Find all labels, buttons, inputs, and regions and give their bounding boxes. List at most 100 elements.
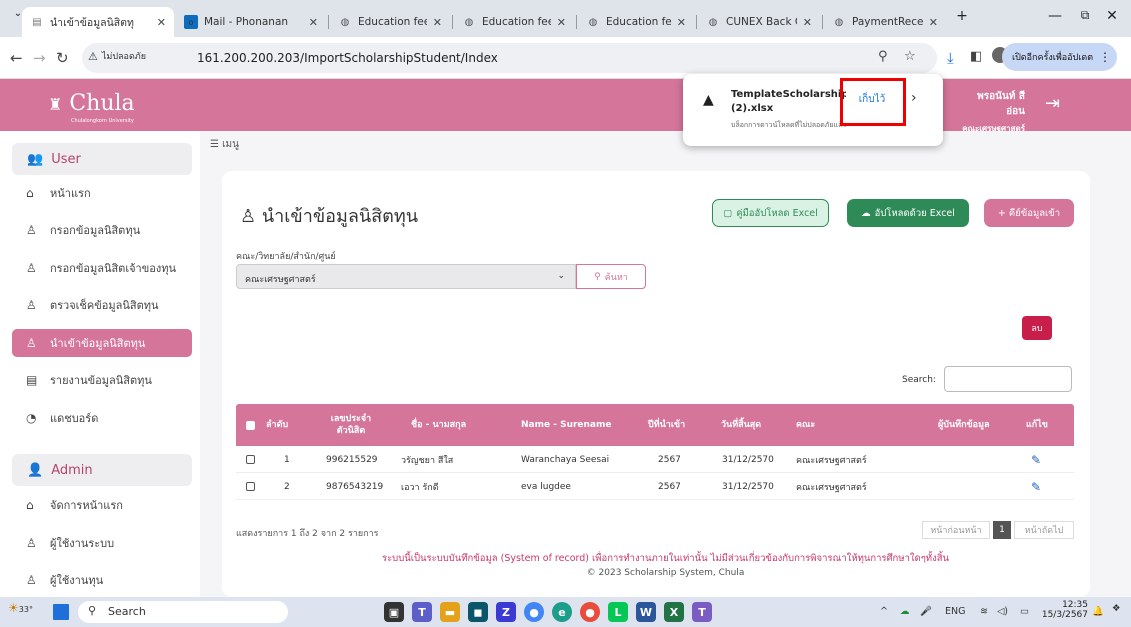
chrome-icon[interactable]: ●: [524, 602, 544, 622]
col-student-id[interactable]: เลขประจำตัวนิสิต: [326, 404, 376, 446]
microphone-icon[interactable]: 🎤: [920, 606, 932, 617]
document-icon: ▢: [723, 207, 733, 219]
teams-new-icon[interactable]: T: [692, 602, 712, 622]
row-checkbox[interactable]: [246, 446, 255, 473]
chrome-canary-icon[interactable]: ●: [580, 602, 600, 622]
user-icon: ♙: [26, 336, 37, 350]
col-name-en[interactable]: Name - Surename: [521, 404, 611, 446]
menu-toggle[interactable]: ☰ เมนู: [210, 137, 239, 152]
next-page-button[interactable]: หน้าถัดไป: [1014, 521, 1074, 539]
sidebar-item-report[interactable]: ▤ รายงานข้อมูลนิสิตทุน: [12, 366, 192, 394]
browser-tab[interactable]: ◍ CUNEX Back Offi ✕: [698, 7, 820, 37]
zoom-icon[interactable]: ⚲: [878, 49, 888, 64]
col-name-th[interactable]: ชื่อ - นามสกุล: [411, 404, 466, 446]
battery-icon[interactable]: ▭: [1020, 606, 1029, 617]
excel-manual-button[interactable]: ▢ คู่มืออัปโหลด Excel: [712, 199, 829, 227]
back-arrow-icon[interactable]: ←: [10, 49, 23, 67]
sidebar-section-admin[interactable]: 👤 Admin: [12, 454, 192, 486]
close-tab-icon[interactable]: ✕: [557, 16, 566, 29]
browser-tab[interactable]: o Mail - Phonanan ✕: [176, 7, 326, 37]
close-tab-icon[interactable]: ✕: [309, 16, 318, 29]
copilot-icon[interactable]: ❖: [1112, 603, 1121, 614]
language-indicator[interactable]: ENG: [945, 606, 965, 617]
weather-icon[interactable]: ☀33°: [8, 601, 33, 615]
col-faculty[interactable]: คณะ: [796, 404, 815, 446]
edit-icon[interactable]: ✎: [1031, 473, 1041, 500]
forward-arrow-icon[interactable]: →: [33, 49, 46, 67]
start-button[interactable]: [53, 604, 69, 620]
word-icon[interactable]: W: [636, 602, 656, 622]
page-number-button[interactable]: 1: [993, 521, 1011, 539]
logout-icon[interactable]: ⇥: [1045, 93, 1060, 114]
excel-icon[interactable]: X: [664, 602, 684, 622]
not-secure-badge[interactable]: ⚠ ไม่ปลอดภัย: [88, 49, 146, 63]
app-icon[interactable]: Z: [496, 602, 516, 622]
browser-tab[interactable]: ◍ Education fee all ✕: [330, 7, 450, 37]
sidebar-section-user[interactable]: 👥 User: [12, 143, 192, 175]
sidebar-item-dashboard[interactable]: ◔ แดชบอร์ด: [12, 404, 192, 432]
taskbar-search[interactable]: ⚲ Search: [78, 601, 288, 623]
close-tab-icon[interactable]: ✕: [157, 16, 166, 29]
teams-icon[interactable]: T: [412, 602, 432, 622]
tray-chevron-icon[interactable]: ^: [880, 606, 888, 617]
report-icon: ▤: [26, 373, 38, 387]
close-tab-icon[interactable]: ✕: [433, 16, 442, 29]
line-icon[interactable]: L: [608, 602, 628, 622]
task-view-icon[interactable]: ▣: [384, 602, 404, 622]
col-edit[interactable]: แก้ไข: [1026, 404, 1048, 446]
col-recorder[interactable]: ผู้บันทึกข้อมูล: [938, 404, 990, 446]
browser-tab[interactable]: ◍ PaymentReceipt ✕: [824, 7, 946, 37]
globe-icon: ◍: [708, 16, 718, 28]
restore-button[interactable]: ⧉: [1075, 8, 1095, 23]
delete-button[interactable]: ลบ: [1022, 316, 1052, 340]
close-tab-icon[interactable]: ✕: [677, 16, 686, 29]
file-explorer-icon[interactable]: ▬: [440, 602, 460, 622]
sidebar-item-scholarship-users[interactable]: ♙ ผู้ใช้งานทุน: [12, 566, 192, 594]
close-tab-icon[interactable]: ✕: [929, 16, 938, 29]
close-window-button[interactable]: ✕: [1102, 8, 1122, 24]
search-button[interactable]: ⚲ ค้นหา: [576, 264, 646, 289]
sidebar-item-home[interactable]: ⌂ หน้าแรก: [12, 179, 192, 207]
download-icon[interactable]: ⤓: [947, 49, 954, 67]
prev-page-button[interactable]: หน้าก่อนหน้า: [922, 521, 990, 539]
notification-bell-icon[interactable]: 🔔: [1092, 606, 1104, 617]
reload-icon[interactable]: ↻: [56, 49, 69, 67]
chula-logo[interactable]: ♜ Chula Chulalongkorn University: [48, 91, 135, 124]
col-end-date[interactable]: วันที่สิ้นสุด: [721, 404, 761, 446]
table-search-input[interactable]: [944, 366, 1072, 392]
sidebar-item-system-users[interactable]: ♙ ผู้ใช้งานระบบ: [12, 529, 192, 557]
sidebar-item-manage-home[interactable]: ⌂ จัดการหน้าแรก: [12, 491, 192, 519]
browser-tab[interactable]: ◍ Education fee all ✕: [578, 7, 694, 37]
sidebar-item-check[interactable]: ♙ ตรวจเช็คข้อมูลนิสิตทุน: [12, 291, 192, 319]
edit-icon[interactable]: ✎: [1031, 446, 1041, 473]
new-tab-button[interactable]: +: [952, 8, 972, 24]
url-text[interactable]: 161.200.200.203/ImportScholarshipStudent…: [197, 51, 498, 65]
address-bar[interactable]: ⚠ ไม่ปลอดภัย 161.200.200.203/ImportSchola…: [82, 43, 937, 73]
key-data-button[interactable]: + คีย์ข้อมูลเข้า: [984, 199, 1074, 227]
tray-app-icon[interactable]: ☁: [900, 606, 910, 617]
col-import-year[interactable]: ปีที่นำเข้า: [648, 404, 685, 446]
browser-tab[interactable]: ◍ Education fee all ✕: [454, 7, 574, 37]
faculty-select[interactable]: คณะเศรษฐศาสตร์ ⌄: [236, 264, 576, 289]
browser-tab-active[interactable]: ▤ นำเข้าข้อมูลนิสิตทุ ✕: [22, 7, 174, 37]
sidebar-item-fill-owner[interactable]: ♙ กรอกข้อมูลนิสิตเจ้าของทุน: [12, 254, 192, 282]
excel-upload-button[interactable]: ☁ อัปโหลดด้วย Excel: [847, 199, 969, 227]
bookmark-star-icon[interactable]: ☆: [904, 49, 916, 64]
wifi-icon[interactable]: ≋: [980, 606, 988, 617]
sidebar-item-fill-scholarship[interactable]: ♙ กรอกข้อมูลนิสิตทุน: [12, 216, 192, 244]
row-checkbox[interactable]: [246, 473, 255, 500]
chevron-right-icon[interactable]: ›: [911, 90, 917, 106]
clock[interactable]: 12:35 15/3/2567: [1040, 600, 1088, 620]
minimize-button[interactable]: —: [1045, 8, 1065, 24]
search-icon: ⚲: [88, 604, 97, 617]
sidepanel-icon[interactable]: ◧: [970, 49, 982, 64]
edge-icon[interactable]: e: [552, 602, 572, 622]
search-icon: ⚲: [594, 271, 601, 282]
sidebar-item-import[interactable]: ♙ นำเข้าข้อมูลนิสิตทุน: [12, 329, 192, 357]
select-all-checkbox[interactable]: [246, 404, 255, 446]
close-tab-icon[interactable]: ✕: [803, 16, 812, 29]
update-button[interactable]: เปิดอีกครั้งเพื่ออัปเดต ⋮: [1002, 43, 1117, 71]
volume-icon[interactable]: ◁): [997, 606, 1008, 617]
store-icon[interactable]: ◼: [468, 602, 488, 622]
col-order[interactable]: ลำดับ: [266, 404, 306, 446]
